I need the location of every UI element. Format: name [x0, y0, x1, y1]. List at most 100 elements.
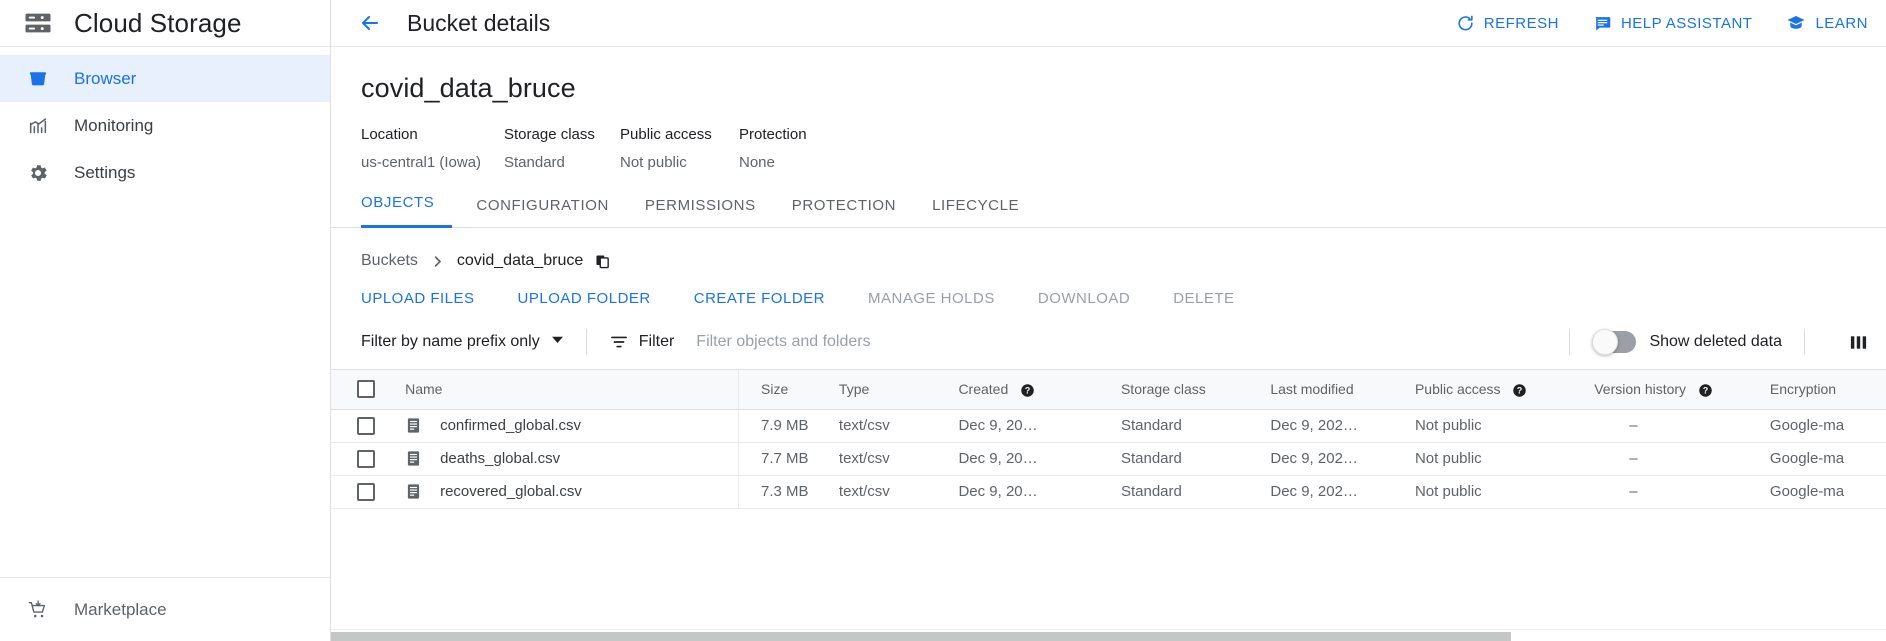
table-row[interactable]: recovered_global.csv 7.3 MB text/csv Dec…: [331, 475, 1886, 508]
column-header-storage-class[interactable]: Storage class: [1120, 370, 1271, 410]
graduation-cap-icon: [1786, 13, 1806, 33]
divider: [1569, 329, 1571, 355]
column-header-public-access[interactable]: Public access ?: [1414, 370, 1595, 410]
tab-objects[interactable]: OBJECTS: [361, 194, 453, 228]
cell-name[interactable]: confirmed_global.csv: [405, 409, 738, 442]
product-title: Cloud Storage: [74, 7, 242, 38]
sidebar-item-monitoring[interactable]: Monitoring: [0, 102, 330, 149]
column-header-created[interactable]: Created ?: [958, 370, 1121, 410]
app-root: Cloud Storage Browser Monitoring Setting…: [0, 0, 1886, 641]
bucket-meta-protection: Protection None: [739, 126, 859, 171]
row-checkbox[interactable]: [357, 482, 375, 501]
tab-lifecycle[interactable]: LIFECYCLE: [914, 197, 1037, 228]
column-header-name[interactable]: Name: [405, 370, 739, 410]
upload-folder-button[interactable]: UPLOAD FOLDER: [518, 290, 651, 307]
cell-public-access: Not public: [1414, 483, 1482, 500]
sidebar-item-browser[interactable]: Browser: [0, 55, 330, 102]
select-all-checkbox[interactable]: [357, 380, 375, 399]
bucket-meta-storage-class: Storage class Standard: [504, 126, 620, 171]
bucket-meta-public-access: Public access Not public: [620, 126, 739, 171]
help-icon[interactable]: ?: [1020, 383, 1035, 398]
row-select-cell: [331, 442, 405, 475]
cell-last-modified: Dec 9, 202…: [1270, 483, 1358, 500]
arrow-left-icon[interactable]: [353, 6, 387, 40]
breadcrumb-current: covid_data_bruce: [456, 252, 584, 269]
chevron-right-icon: [430, 254, 445, 269]
filter-bar: Filter by name prefix only Filter Filter…: [331, 307, 1886, 369]
objects-table-container[interactable]: Name Size Type Created ? Storage class L…: [331, 369, 1886, 641]
main-panel: Bucket details REFRESH HELP ASSISTANT LE…: [331, 0, 1886, 641]
file-name-link[interactable]: deaths_global.csv: [440, 450, 560, 467]
cell-size: 7.3 MB: [738, 475, 839, 508]
cell-storage-class: Standard: [1120, 417, 1182, 434]
row-checkbox[interactable]: [357, 416, 375, 435]
cell-size: 7.7 MB: [738, 442, 839, 475]
meta-value: Standard: [504, 154, 565, 171]
select-all-header: [331, 370, 406, 410]
copy-icon[interactable]: [594, 253, 611, 270]
cell-type: text/csv: [838, 450, 890, 467]
table-row[interactable]: confirmed_global.csv 7.9 MB text/csv Dec…: [331, 409, 1886, 442]
page-title: Bucket details: [407, 9, 551, 36]
bucket-meta-location: Location us-central1 (Iowa): [361, 126, 504, 171]
bucket-header: covid_data_bruce Location us-central1 (I…: [331, 47, 1886, 171]
cell-public-access: Not public: [1414, 450, 1482, 467]
meta-label: Protection: [739, 126, 807, 143]
column-header-encryption[interactable]: Encryption: [1769, 370, 1886, 410]
columns-icon[interactable]: [1849, 333, 1868, 352]
sidebar-item-settings[interactable]: Settings: [0, 149, 330, 196]
cell-encryption: Google-ma: [1769, 417, 1845, 434]
prefix-mode-select[interactable]: Filter by name prefix only: [361, 333, 564, 351]
meta-value: Not public: [620, 154, 687, 171]
cell-type: text/csv: [838, 483, 890, 500]
create-folder-button[interactable]: CREATE FOLDER: [694, 290, 825, 307]
filter-label[interactable]: Filter: [639, 333, 675, 351]
cell-storage-class: Standard: [1120, 483, 1182, 500]
cell-name[interactable]: deaths_global.csv: [405, 442, 738, 475]
breadcrumb-buckets-link[interactable]: Buckets: [361, 252, 418, 270]
storage-icon: [18, 3, 58, 43]
tab-configuration[interactable]: CONFIGURATION: [458, 197, 627, 228]
meta-label: Storage class: [504, 126, 595, 143]
horizontal-scrollbar[interactable]: [331, 629, 1886, 641]
cell-last-modified: Dec 9, 202…: [1270, 450, 1358, 467]
filter-icon[interactable]: [609, 332, 629, 352]
refresh-button[interactable]: REFRESH: [1456, 14, 1559, 33]
sidebar: Cloud Storage Browser Monitoring Setting…: [0, 0, 331, 641]
show-deleted-data-toggle[interactable]: Show deleted data: [1592, 329, 1782, 355]
sidebar-item-label: Monitoring: [74, 115, 154, 135]
column-header-last-modified[interactable]: Last modified: [1270, 370, 1415, 410]
sidebar-item-label: Marketplace: [74, 599, 167, 619]
table-row[interactable]: deaths_global.csv 7.7 MB text/csv Dec 9,…: [331, 442, 1886, 475]
tab-permissions[interactable]: PERMISSIONS: [627, 197, 774, 228]
help-icon[interactable]: ?: [1698, 383, 1713, 398]
chevron-down-icon: [551, 333, 564, 351]
learn-label: LEARN: [1815, 14, 1868, 32]
cart-icon: [18, 598, 58, 622]
help-icon[interactable]: ?: [1512, 383, 1527, 398]
filter-input[interactable]: [696, 333, 1057, 351]
file-name-link[interactable]: confirmed_global.csv: [440, 417, 581, 434]
bucket-tabs: OBJECTS CONFIGURATION PERMISSIONS PROTEC…: [331, 193, 1886, 228]
column-header-type[interactable]: Type: [838, 370, 959, 410]
upload-files-button[interactable]: UPLOAD FILES: [361, 290, 475, 307]
manage-holds-button[interactable]: MANAGE HOLDS: [868, 290, 995, 307]
column-header-version-history[interactable]: Version history ?: [1594, 370, 1770, 410]
content-area: covid_data_bruce Location us-central1 (I…: [331, 47, 1886, 641]
help-assistant-button[interactable]: HELP ASSISTANT: [1593, 14, 1753, 33]
file-icon: [405, 483, 422, 500]
row-checkbox[interactable]: [357, 449, 375, 468]
delete-button[interactable]: DELETE: [1173, 290, 1234, 307]
sidebar-item-marketplace[interactable]: Marketplace: [0, 586, 330, 633]
learn-button[interactable]: LEARN: [1786, 13, 1868, 33]
horizontal-scrollbar-thumb[interactable]: [331, 632, 1511, 641]
download-button[interactable]: DOWNLOAD: [1038, 290, 1130, 307]
svg-text:?: ?: [1517, 385, 1522, 395]
cell-name[interactable]: recovered_global.csv: [405, 475, 738, 508]
tab-protection[interactable]: PROTECTION: [774, 197, 914, 228]
file-name-link[interactable]: recovered_global.csv: [440, 483, 582, 500]
row-select-cell: [331, 475, 405, 508]
cell-version-history: –: [1629, 450, 1638, 467]
column-header-size[interactable]: Size: [738, 370, 839, 410]
file-icon: [405, 417, 422, 434]
